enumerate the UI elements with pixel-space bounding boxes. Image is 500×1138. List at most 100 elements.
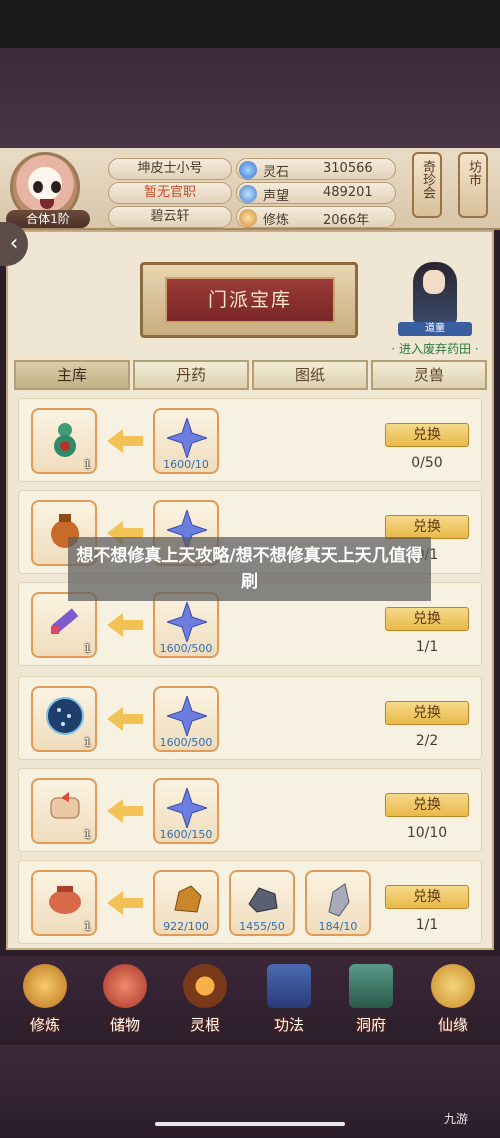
star-shuriken-icon — [167, 602, 207, 642]
bottom-nav: 修炼 储物 灵根 功法 洞府 仙缘 — [0, 956, 500, 1040]
exchange-button[interactable]: 兑换 — [385, 515, 469, 539]
avatar-eye — [33, 181, 43, 193]
gourd-icon — [54, 423, 76, 457]
requirement-text: 1600/150 — [159, 828, 213, 841]
cost-slot[interactable]: 1455/50 — [229, 870, 295, 936]
iron-ore-icon — [248, 887, 278, 913]
stat-spirit-stone: 灵石 310566 — [236, 158, 396, 180]
paper-scroll-icon — [50, 792, 80, 819]
cultivation-icon — [239, 209, 257, 227]
nav-spirit-root[interactable]: 灵根 — [170, 962, 240, 1038]
requirement-text: 922/100 — [163, 920, 209, 933]
exchange-limit: 0/50 — [411, 455, 443, 471]
status-bar-area — [0, 0, 500, 48]
cost-slot[interactable]: 1600/500 — [153, 686, 219, 752]
requirement-text: 1600/500 — [159, 642, 213, 655]
stat-value: 310566 — [323, 161, 373, 176]
tab-beasts[interactable]: 灵兽 — [371, 360, 487, 390]
nav-cultivate[interactable]: 修炼 — [10, 962, 80, 1038]
cost-slot[interactable]: 184/10 — [305, 870, 371, 936]
star-shuriken-icon — [167, 788, 207, 828]
treasury-banner: 门派宝库 — [140, 262, 358, 338]
avatar-mouth — [40, 199, 54, 209]
nav-label: 灵根 — [189, 1016, 220, 1034]
player-name: 坤皮士小号 — [108, 158, 232, 180]
abandoned-field-link[interactable]: · 进入废弃药田 · — [380, 340, 490, 357]
exchange-button[interactable]: 兑换 — [385, 607, 469, 631]
reward-slot[interactable]: 1 — [31, 778, 97, 844]
reward-count: 1 — [84, 920, 91, 933]
nav-label: 修炼 — [29, 1016, 60, 1034]
cost-slot[interactable]: 1600/10 — [153, 408, 219, 474]
exchange-limit: 2/2 — [415, 733, 439, 749]
reward-slot[interactable]: 1 — [31, 686, 97, 752]
nav-fortune[interactable]: 仙缘 — [418, 962, 488, 1038]
reward-slot[interactable]: 1 — [31, 408, 97, 474]
market-button[interactable]: 坊市 — [458, 152, 488, 218]
cultivate-icon — [23, 964, 67, 1008]
exchange-button[interactable]: 兑换 — [385, 701, 469, 725]
silver-ore-icon — [328, 883, 350, 917]
spirit-stone-icon — [239, 161, 257, 179]
exchange-limit: 1/1 — [415, 917, 439, 933]
requirement-text: 1600/500 — [159, 736, 213, 749]
requirement-text: 184/10 — [318, 920, 358, 933]
nav-label: 仙缘 — [437, 1016, 468, 1034]
cost-slot[interactable]: 922/100 — [153, 870, 219, 936]
prestige-icon — [239, 185, 257, 203]
reward-slot[interactable]: 1 — [31, 870, 97, 936]
tab-pills[interactable]: 丹药 — [133, 360, 249, 390]
requirement-text: 1600/10 — [163, 458, 209, 471]
pavilion-icon — [349, 964, 393, 1008]
official-title: 暂无官职 — [108, 182, 232, 204]
exchange-limit: 1/1 — [415, 639, 439, 655]
reward-count: 1 — [84, 458, 91, 471]
back-arrow-icon: ‹ — [9, 231, 19, 256]
storage-bag-icon — [103, 964, 147, 1008]
gourd-fortune-icon — [431, 964, 475, 1008]
arrow-left-icon — [107, 799, 143, 823]
treasure-fair-label: 奇珍会 — [420, 160, 435, 199]
nav-techniques[interactable]: 功法 — [254, 962, 324, 1038]
star-disc-icon — [46, 697, 84, 735]
nav-storage[interactable]: 储物 — [90, 962, 160, 1038]
stat-label: 声望 — [263, 189, 290, 204]
requirement-text: 1455/50 — [239, 920, 285, 933]
npc-tag: 道童 — [398, 322, 472, 336]
stat-value: 489201 — [323, 185, 373, 200]
overlay-caption: 想不想修真上天攻略/想不想修真天上天几值得刷 — [68, 537, 431, 601]
nav-label: 洞府 — [355, 1016, 386, 1034]
home-indicator[interactable] — [155, 1122, 345, 1126]
tab-blueprints[interactable]: 图纸 — [252, 360, 368, 390]
nav-label: 储物 — [109, 1016, 140, 1034]
treasure-fair-button[interactable]: 奇珍会 — [412, 152, 442, 218]
residence-name: 碧云轩 — [108, 206, 232, 228]
exchange-button[interactable]: 兑换 — [385, 885, 469, 909]
scroll-sword-icon — [51, 608, 79, 634]
stat-label: 灵石 — [263, 165, 290, 180]
arrow-left-icon — [107, 891, 143, 915]
stat-prestige: 声望 489201 — [236, 182, 396, 204]
spirit-root-icon — [183, 964, 227, 1008]
exchange-row: 1 1600/150 兑换 10/10 — [18, 768, 482, 852]
cost-slot[interactable]: 1600/150 — [153, 778, 219, 844]
gold-ore-icon — [174, 885, 202, 913]
star-shuriken-icon — [167, 418, 207, 458]
npc-face — [423, 270, 445, 294]
exchange-button[interactable]: 兑换 — [385, 793, 469, 817]
watermark: 九游 — [444, 1112, 469, 1126]
avatar-eye — [51, 181, 61, 193]
exchange-row: 1 1600/500 兑换 2/2 — [18, 676, 482, 760]
nav-label: 功法 — [273, 1016, 304, 1034]
stat-cultivation: 修炼 2066年 — [236, 206, 396, 228]
exchange-button[interactable]: 兑换 — [385, 423, 469, 447]
nav-cave[interactable]: 洞府 — [336, 962, 406, 1038]
page-title: 门派宝库 — [165, 277, 335, 323]
cauldron-icon — [49, 886, 81, 914]
reward-count: 1 — [84, 736, 91, 749]
tab-main[interactable]: 主库 — [14, 360, 130, 390]
exchange-limit: 10/10 — [406, 825, 448, 841]
stat-value: 2066年 — [323, 213, 370, 228]
cost-slot[interactable]: 1600/500 — [153, 592, 219, 658]
reward-slot[interactable]: 1 — [31, 592, 97, 658]
